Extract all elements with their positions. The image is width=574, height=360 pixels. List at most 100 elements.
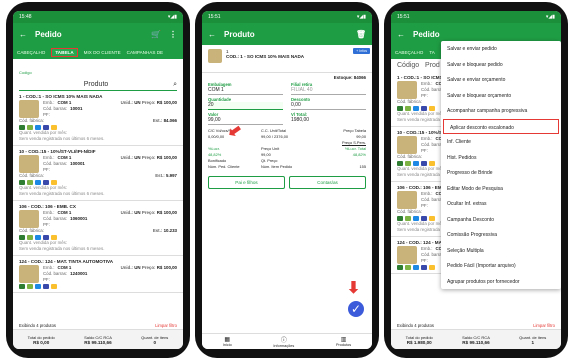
back-arrow-icon[interactable]: ← [397,30,405,39]
parent-children-button[interactable]: Pai e filhos [208,176,285,189]
stock-label: Estoque: 84066 [333,75,366,80]
menu-item[interactable]: Progresso de Brinde [441,165,561,181]
price-value: R$ 100,00 [156,265,177,270]
quantity-input[interactable]: 20 [208,102,283,110]
more-menu-icon[interactable]: ⋮ [169,30,177,39]
confirm-fab[interactable]: ✓ [348,301,364,317]
product-thumb [19,210,39,228]
product-header: 1 COD.: 1 - SO ICMS 10% MAIS NADA + Info… [202,45,372,73]
signal-icon: ▾◢▮ [167,14,177,20]
stock-value: 84.066 [163,118,177,123]
status-time: 15:48 [19,14,32,20]
search-icon[interactable]: ⌕ [173,81,177,89]
product-card[interactable]: 10 - COD.:15 - 10%/ST-VLI/IPI-N/DIF Emb.… [13,146,183,201]
nav-products[interactable]: ▥ Produtos [336,336,351,347]
barcode-value: 1060001 [70,216,88,221]
clear-filter-link[interactable]: Limpar filtro [155,323,177,328]
page-title: Pedido [35,29,62,39]
badge-icon [43,284,49,289]
product-name: COD.: 1 - SO ICMS 10% MAIS NADA [226,54,305,59]
menu-item[interactable]: Comissão Progressiva [441,227,561,243]
menu-item[interactable]: Salvar e enviar pedido [441,41,561,57]
footer-qty: Quant. de itens 0 [141,334,169,345]
nav-home[interactable]: ▦ Inicio [223,336,232,347]
product-thumb [397,136,417,154]
tab-client-mix[interactable]: MIX DO CLIENTE [84,50,121,55]
accounts-button[interactable]: Contas/as [289,176,366,189]
app-bar: ← Produto 🗑 [202,23,372,45]
delete-icon[interactable]: 🗑 [356,30,366,39]
home-icon: ▦ [224,337,231,343]
back-arrow-icon[interactable]: ← [19,30,27,39]
pricing-cell: 48,82% [208,152,222,157]
discount-input[interactable]: 0,00 [291,102,366,110]
clear-filter-link[interactable]: Limpar filtro [533,323,555,328]
menu-item-apply-tiered-discount[interactable]: Aplicar desconto escalonado [443,118,559,134]
footer-total: Total do pedido R$ 0,00 [27,334,55,345]
phone-order-table: 15:48 ▾◢▮ ← Pedido 🛒 ⋮ CABEÇALHO TABELA M… [6,2,190,358]
back-arrow-icon[interactable]: ← [208,30,216,39]
menu-item[interactable]: Seleção Multipla [441,243,561,259]
menu-item[interactable]: Salvar e bloquear orçamento [441,88,561,104]
menu-item[interactable]: Campanha Desconto [441,212,561,228]
pricing-cell: %Lucr. [208,146,220,151]
branch-select[interactable]: FILIAL 40 [291,87,366,95]
badge-icon [421,265,427,270]
tab-header[interactable]: CABEÇALHO [17,50,45,55]
barcode-value: 1240001 [70,271,88,276]
badge-icon [19,284,25,289]
tab-header[interactable]: CABEÇALHO [395,50,423,55]
product-card[interactable]: 124 - COD.: 124 - MAT. TINTA AUTOMOTIVA … [13,256,183,293]
tab-bar: CABEÇALHO TABELA MIX DO CLIENTE CAMPANHA… [13,45,183,59]
price-value: R$ 100,00 [156,155,177,160]
menu-item[interactable]: Editar Modo de Pesquisa [441,181,561,197]
value-input[interactable]: 99,00 [208,117,283,125]
phone-product-detail: 15:51 ▾◢▮ ← Produto 🗑 1 COD.: 1 - SO ICMS… [195,2,379,358]
status-bar: 15:48 ▾◢▮ [13,11,183,23]
barcode-value: 10001 [70,106,83,111]
screen-3: 15:51 ▾◢▮ ← Pedido CABEÇALHO TA Código Pro… [391,11,561,349]
menu-item[interactable]: Acompanhar campanha progressiva [441,103,561,119]
badge-icon [51,284,57,289]
pricing-cell [314,158,366,163]
menu-item[interactable]: Inf. Cliente [441,134,561,150]
stock-value: 10.233 [163,228,177,233]
more-info-button[interactable]: + Infos [353,48,370,54]
menu-item[interactable]: Salvar e enviar orçamento [441,72,561,88]
pricing-cell: 155 [359,164,367,169]
menu-item[interactable]: Salvar e bloquear pedido [441,57,561,73]
search-label: Produto [83,81,109,88]
product-thumb [19,100,39,118]
packaging-select[interactable]: COM 1 [208,87,283,95]
badge-icon [397,265,403,270]
pricing-cell: 48,82% [352,152,366,157]
cart-icon[interactable]: 🛒 [151,30,161,39]
product-thumb [397,246,417,264]
status-bar: 15:51 ▾◢▮ [391,11,561,23]
pricing-cell: Preço Unit [261,146,280,151]
badge-icon [27,284,33,289]
menu-item[interactable]: Hist. Pedidos [441,150,561,166]
nav-info[interactable]: ⓘ Informações [273,335,294,348]
search-input[interactable]: Produto ⌕ [19,79,177,91]
order-footer: Total do pedido R$ 1.980,00 Saldo C/C RCA… [391,329,561,349]
footer-balance: Saldo C/C RCA R$ 99.110,66 [84,334,112,345]
product-card[interactable]: 1 - COD.:1 - SO ICMS 10% MAIS NADA Emb.:… [13,91,183,146]
tab-table[interactable]: TABELA [51,47,78,57]
product-card[interactable]: 106 - COD.: 106 - EMB. CX Emb.:COM 1 Uni… [13,201,183,256]
tab-table[interactable]: TA [429,50,435,55]
tab-campaigns[interactable]: CAMPANHAS DE [127,50,163,55]
badge-icon [405,265,411,270]
pricing-cell: Núm. Item Pedido [261,164,293,169]
status-bar: 15:51 ▾◢▮ [202,11,372,23]
product-thumb [397,191,417,209]
menu-item[interactable]: Pedido Fácil (Importar arquivo) [441,258,561,274]
menu-item[interactable]: Ocultar Inf. extras [441,196,561,212]
pricing-cell [261,140,313,145]
pricing-cell: 99,00 / 2376,00 [261,134,289,139]
page-title: Produto [224,29,255,39]
order-footer: Total do pedido R$ 0,00 Saldo C/C RCA R$ 9… [13,329,183,349]
badge-icon [35,284,41,289]
menu-item[interactable]: Agrupar produtos por fornecedor [441,274,561,290]
app-bar: ← Pedido 🛒 ⋮ [13,23,183,45]
